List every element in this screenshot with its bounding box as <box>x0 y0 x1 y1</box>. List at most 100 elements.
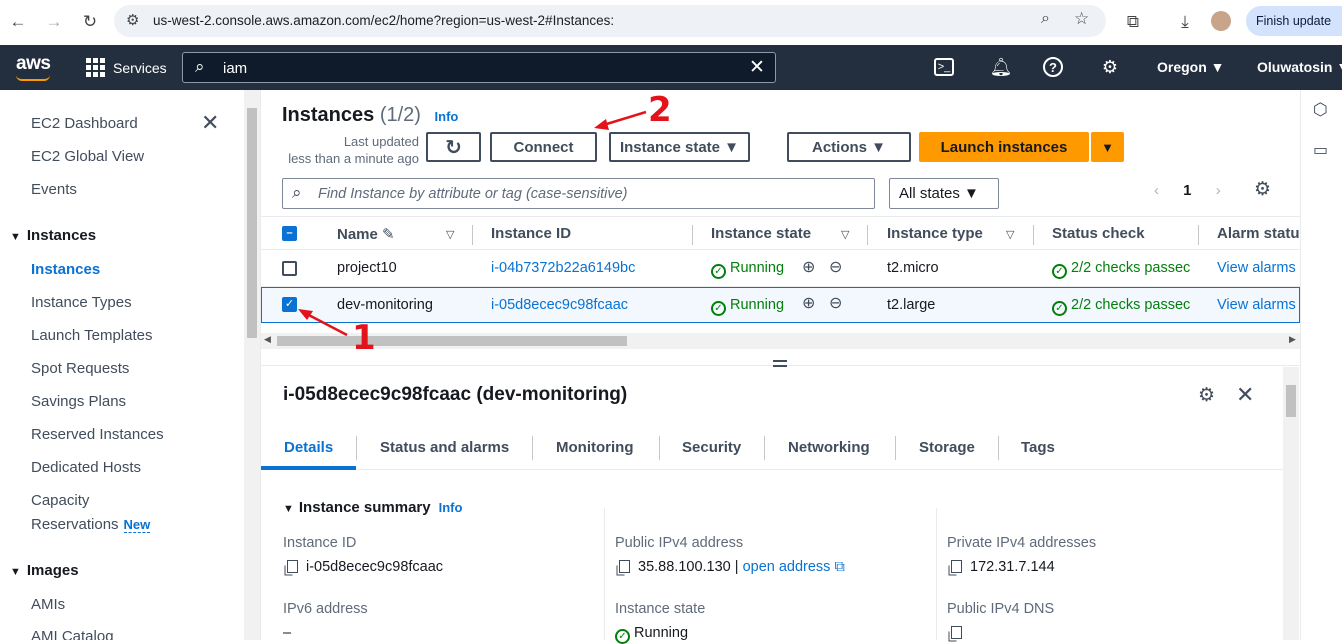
instance-filter-input[interactable]: ⌕ Find Instance by attribute or tag (cas… <box>282 178 875 209</box>
address-bar[interactable]: ⚙ us-west-2.console.aws.amazon.com/ec2/h… <box>114 5 1106 37</box>
column-instance-state[interactable]: Instance state <box>711 225 811 242</box>
column-separator[interactable] <box>692 225 693 245</box>
cloudshell-icon[interactable]: >_ <box>934 58 954 76</box>
zoom-in-icon[interactable]: ⊕ <box>802 293 815 313</box>
tab-networking[interactable]: Networking <box>788 439 870 456</box>
profile-avatar[interactable] <box>1211 11 1231 31</box>
column-instance-type[interactable]: Instance type <box>887 225 983 242</box>
filter-caret-icon[interactable]: ▽ <box>841 228 849 241</box>
forward-icon[interactable]: → <box>43 11 65 33</box>
tab-status-and-alarms[interactable]: Status and alarms <box>380 439 509 456</box>
view-alarms-link[interactable]: View alarms <box>1217 297 1296 313</box>
tab-storage[interactable]: Storage <box>919 439 975 456</box>
sidebar-section-instances[interactable]: ▼ Instances <box>10 227 96 244</box>
settings-gear-icon[interactable]: ⚙ <box>1098 55 1122 79</box>
site-info-icon[interactable]: ⚙ <box>126 11 139 29</box>
scrollbar-thumb[interactable] <box>1286 385 1296 417</box>
filter-caret-icon[interactable]: ▽ <box>446 228 454 241</box>
prev-page-icon[interactable]: ‹ <box>1154 182 1159 199</box>
table-row-selected[interactable]: ✓ dev-monitoring i-05d8ecec9c98fcaac ✓ Ru… <box>261 287 1300 323</box>
sidebar-item-dedicated-hosts[interactable]: Dedicated Hosts <box>31 459 141 476</box>
table-horizontal-scrollbar[interactable]: ◀ ▶ <box>261 333 1300 349</box>
help-icon[interactable]: ? <box>1043 57 1063 77</box>
tab-details[interactable]: Details <box>284 439 333 456</box>
row-checkbox-checked[interactable]: ✓ <box>282 297 297 312</box>
column-status-check[interactable]: Status check <box>1052 225 1145 242</box>
instance-summary-header[interactable]: ▼ Instance summary Info <box>283 499 462 516</box>
drag-handle-icon[interactable] <box>773 360 787 362</box>
sidebar-item-events[interactable]: Events <box>31 181 77 198</box>
tab-security[interactable]: Security <box>682 439 741 456</box>
launch-instances-button[interactable]: Launch instances <box>919 132 1089 162</box>
table-row[interactable]: project10 i-04b7372b22a6149bc ✓ Running ⊕… <box>261 251 1300 287</box>
sidebar-scrollbar[interactable] <box>244 90 260 640</box>
sidebar-item-capacity[interactable]: Capacity <box>31 492 89 509</box>
scrollbar-thumb[interactable] <box>247 108 257 338</box>
external-link-icon[interactable]: ⧉ <box>834 559 844 575</box>
copy-icon[interactable] <box>951 560 962 573</box>
table-preferences-gear-icon[interactable]: ⚙ <box>1254 178 1271 201</box>
zoom-out-icon[interactable]: ⊖ <box>829 293 842 313</box>
column-name[interactable]: Name ✎ <box>337 225 395 243</box>
sidebar-item-ec2-dashboard[interactable]: EC2 Dashboard <box>31 115 138 132</box>
sidebar-item-capacity-reservations[interactable]: Reservations New <box>31 516 151 533</box>
bookmark-star-icon[interactable]: ☆ <box>1074 9 1089 29</box>
sidebar-item-amis[interactable]: AMIs <box>31 596 65 613</box>
open-address-link[interactable]: open address <box>743 559 831 575</box>
download-icon[interactable]: ⤓ <box>1174 11 1196 33</box>
global-search-input[interactable]: ⌕ iam ✕ <box>182 52 776 83</box>
region-selector[interactable]: Oregon ▼ <box>1157 59 1225 75</box>
filter-caret-icon[interactable]: ▽ <box>1006 228 1014 241</box>
zoom-icon[interactable]: ⌕ <box>1041 10 1050 28</box>
sidebar-item-ec2-global-view[interactable]: EC2 Global View <box>31 148 144 165</box>
finish-update-button[interactable]: Finish update <box>1246 6 1342 36</box>
sidebar-item-instances[interactable]: Instances <box>31 261 100 278</box>
select-all-checkbox[interactable]: – <box>282 226 297 241</box>
sidebar-item-savings-plans[interactable]: Savings Plans <box>31 393 126 410</box>
copy-icon[interactable] <box>287 560 298 573</box>
aws-logo[interactable]: aws <box>16 53 51 75</box>
refresh-button[interactable]: ↻ <box>426 132 481 162</box>
details-settings-gear-icon[interactable]: ⚙ <box>1198 384 1215 407</box>
column-alarm-status[interactable]: Alarm statu <box>1217 225 1300 242</box>
row-checkbox[interactable] <box>282 261 297 276</box>
reload-icon[interactable]: ↻ <box>79 11 101 33</box>
launch-dropdown-button[interactable]: ▼ <box>1091 132 1124 162</box>
current-page[interactable]: 1 <box>1183 182 1191 199</box>
tab-tags[interactable]: Tags <box>1021 439 1055 456</box>
close-details-icon[interactable]: ✕ <box>1236 382 1254 408</box>
column-separator[interactable] <box>867 225 868 245</box>
clear-search-icon[interactable]: ✕ <box>749 56 765 79</box>
split-panel-divider[interactable] <box>261 349 1300 366</box>
scrollbar-thumb[interactable] <box>277 336 627 346</box>
column-separator[interactable] <box>1198 225 1199 245</box>
zoom-in-icon[interactable]: ⊕ <box>802 257 815 277</box>
feedback-icon[interactable]: ▭ <box>1313 140 1328 160</box>
services-menu[interactable]: Services <box>86 58 167 77</box>
hexagon-icon[interactable]: ⬡ <box>1313 100 1328 120</box>
copy-icon[interactable] <box>951 626 962 639</box>
actions-button[interactable]: Actions ▼ <box>787 132 911 162</box>
back-icon[interactable]: ← <box>7 11 29 33</box>
column-separator[interactable] <box>472 225 473 245</box>
column-instance-id[interactable]: Instance ID <box>491 225 571 242</box>
sidebar-item-instance-types[interactable]: Instance Types <box>31 294 132 311</box>
notifications-bell-icon[interactable]: 🔔︎ <box>989 55 1013 79</box>
scroll-left-icon[interactable]: ◀ <box>264 334 271 345</box>
close-sidebar-icon[interactable]: ✕ <box>201 110 219 136</box>
info-link[interactable]: Info <box>435 109 459 124</box>
states-select[interactable]: All states ▼ <box>889 178 999 209</box>
instance-state-button[interactable]: Instance state ▼ <box>609 132 750 162</box>
instance-id-link[interactable]: i-05d8ecec9c98fcaac <box>491 297 628 313</box>
account-menu[interactable]: Oluwatosin ▼ <box>1257 59 1342 75</box>
column-separator[interactable] <box>1033 225 1034 245</box>
sidebar-item-ami-catalog[interactable]: AMI Catalog <box>31 628 114 640</box>
next-page-icon[interactable]: › <box>1216 182 1221 199</box>
view-alarms-link[interactable]: View alarms <box>1217 260 1296 276</box>
zoom-out-icon[interactable]: ⊖ <box>829 257 842 277</box>
sidebar-item-spot-requests[interactable]: Spot Requests <box>31 360 129 377</box>
instance-id-link[interactable]: i-04b7372b22a6149bc <box>491 260 635 276</box>
sidebar-item-launch-templates[interactable]: Launch Templates <box>31 327 152 344</box>
info-link[interactable]: Info <box>439 500 463 515</box>
connect-button[interactable]: Connect <box>490 132 597 162</box>
